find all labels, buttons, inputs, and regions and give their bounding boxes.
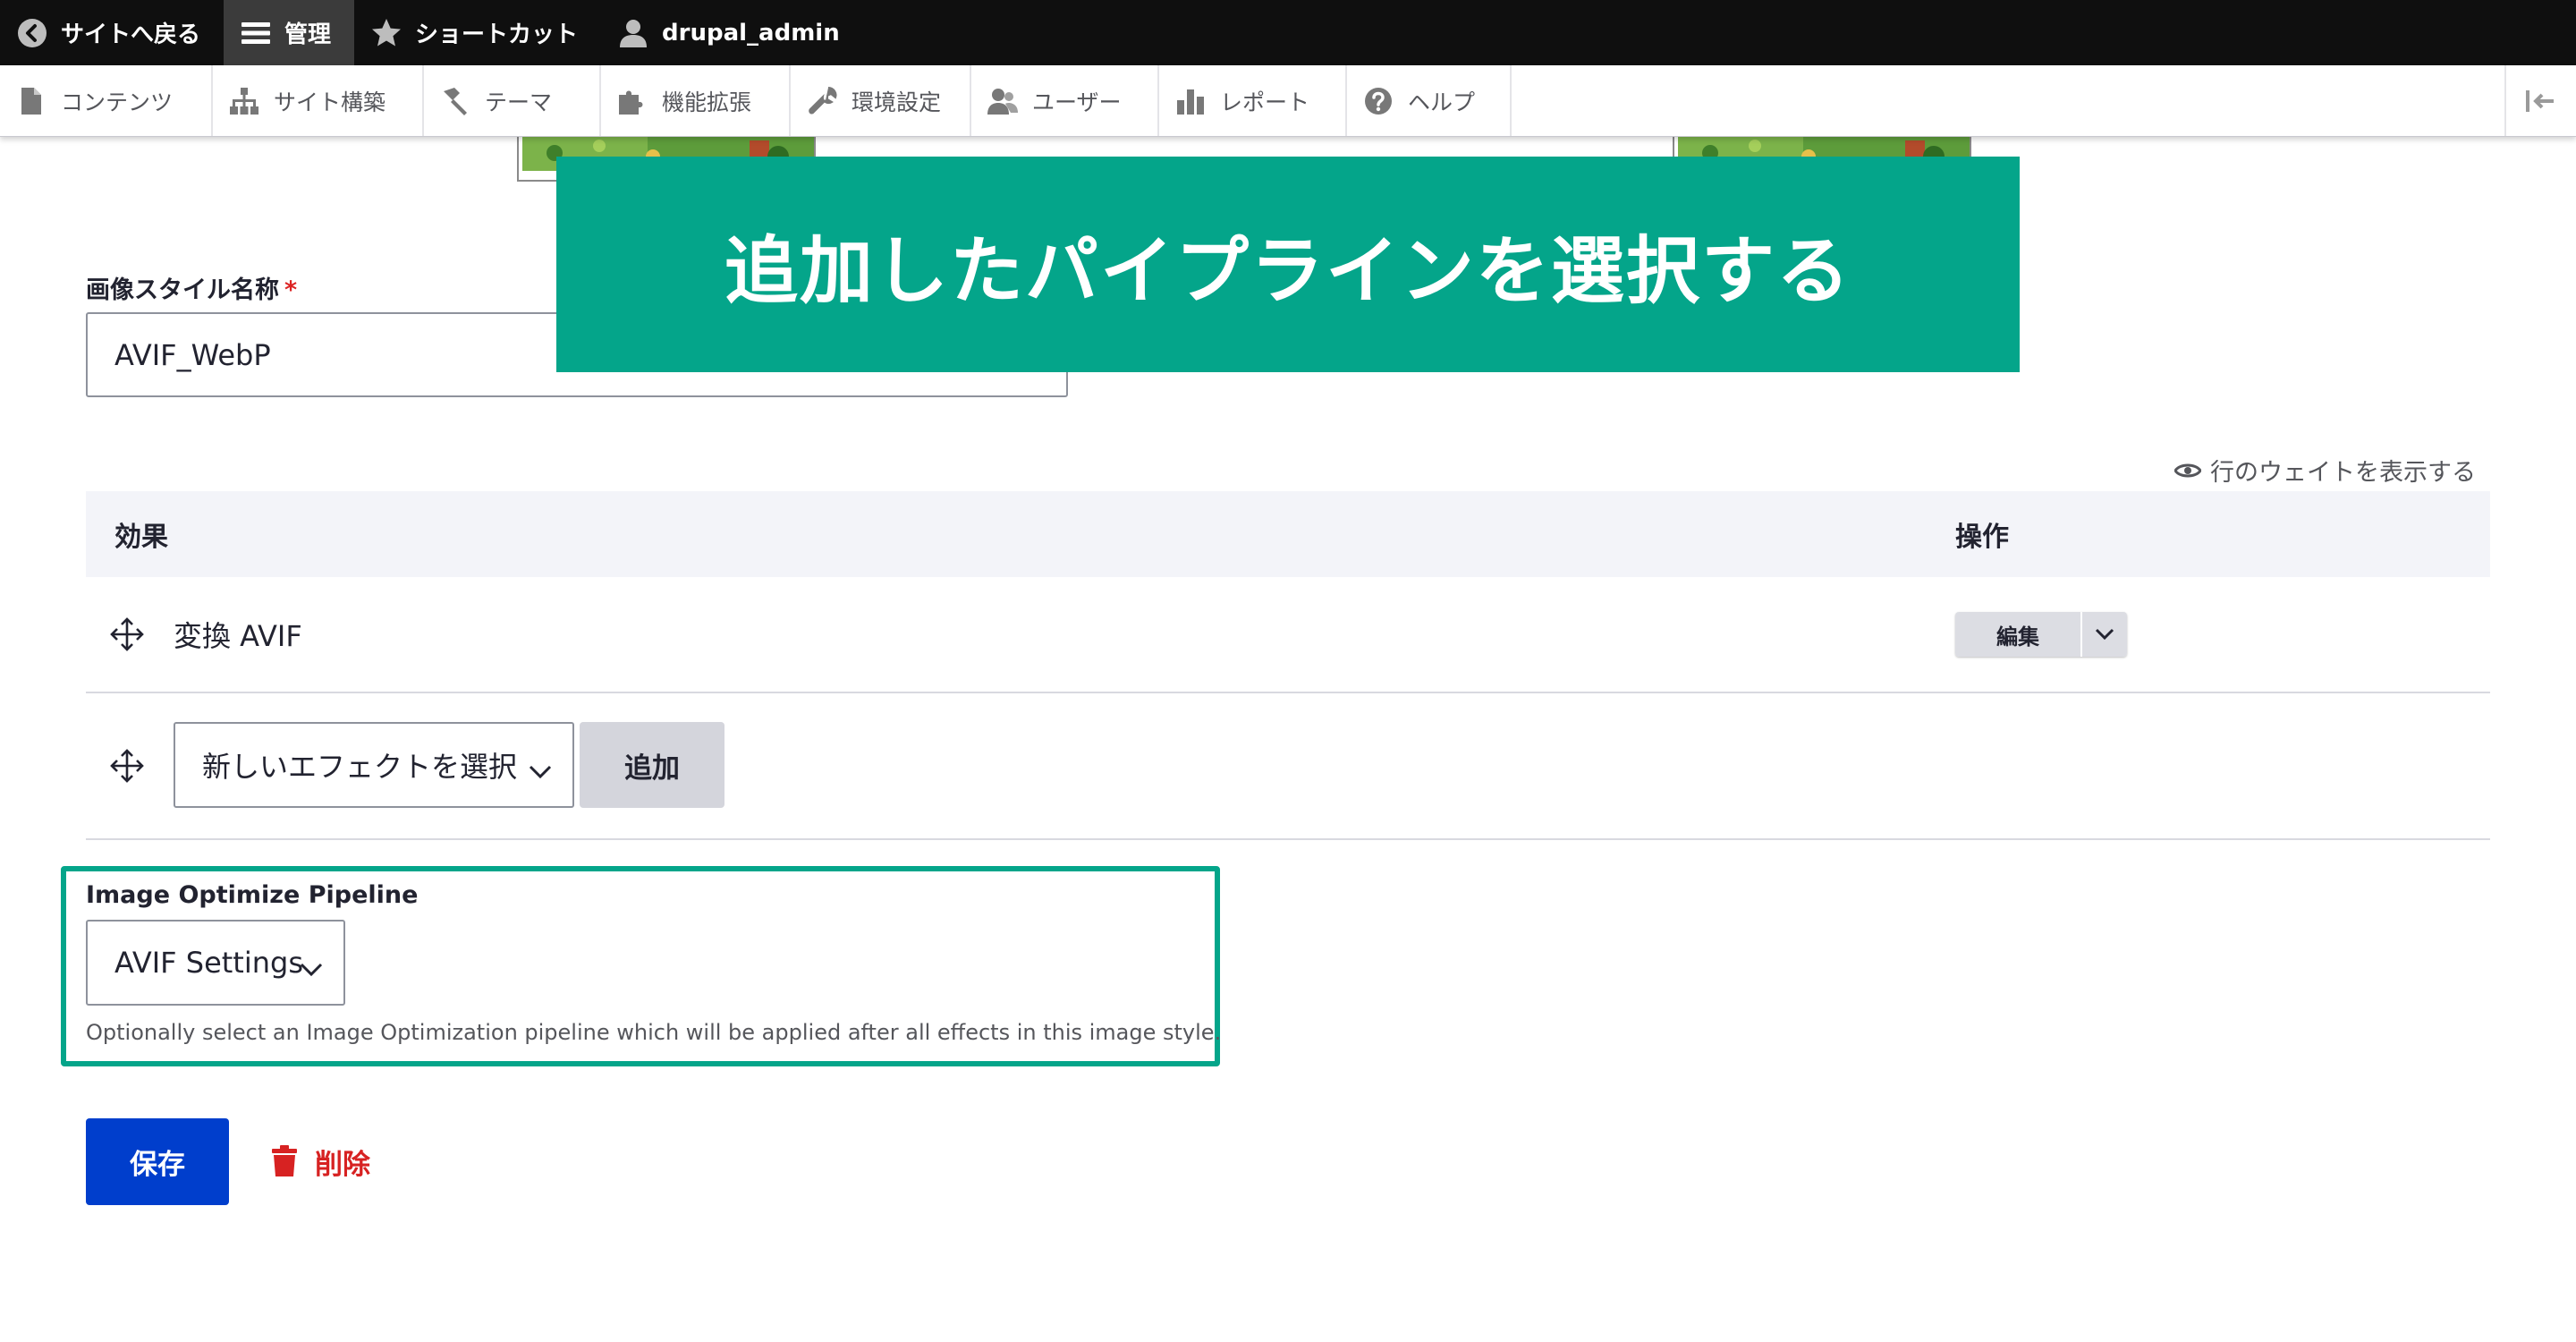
paintbrush-icon <box>440 86 470 116</box>
pipeline-label: Image Optimize Pipeline <box>86 881 419 909</box>
user-icon <box>617 17 649 49</box>
tray-item-label: 環境設定 <box>852 89 942 115</box>
page: サイトへ戻る 管理 ショートカット drupal_admin コンテンツ サイト… <box>0 0 2576 1342</box>
edit-button[interactable]: 編集 <box>1955 612 2080 657</box>
tray-item-label: 機能拡張 <box>662 89 752 115</box>
effects-table-header: 効果 操作 <box>86 491 2490 577</box>
edit-dropbutton: 編集 <box>1955 612 2127 657</box>
delete-label: 削除 <box>315 1148 370 1181</box>
pipeline-select[interactable]: AVIF Settings <box>86 920 345 1006</box>
tray-item-appearance[interactable]: テーマ <box>424 65 601 136</box>
shortcuts-tab[interactable]: ショートカット <box>354 0 601 65</box>
delete-link[interactable]: 削除 <box>270 1143 370 1181</box>
tray-item-extend[interactable]: 機能拡張 <box>601 65 791 136</box>
shortcuts-label: ショートカット <box>415 21 579 48</box>
admin-toolbar: サイトへ戻る 管理 ショートカット drupal_admin <box>0 0 2576 65</box>
add-effect-button[interactable]: 追加 <box>580 722 724 808</box>
tray-item-label: テーマ <box>485 89 553 115</box>
tray-item-label: コンテンツ <box>61 89 174 115</box>
tray-item-content[interactable]: コンテンツ <box>0 65 213 136</box>
back-to-site-link[interactable]: サイトへ戻る <box>0 0 224 65</box>
tray-item-label: レポート <box>1220 89 1310 115</box>
bar-chart-icon <box>1175 86 1206 116</box>
table-row: 変換 AVIF 編集 <box>86 577 2490 693</box>
user-tab[interactable]: drupal_admin <box>601 0 863 65</box>
new-effect-select[interactable]: 新しいエフェクトを選択 <box>174 722 574 808</box>
table-row: 新しいエフェクトを選択 追加 <box>86 693 2490 840</box>
file-icon <box>16 86 47 116</box>
style-name-label-text: 画像スタイル名称 <box>86 276 279 304</box>
drag-handle-icon[interactable] <box>109 616 145 652</box>
drag-handle-icon[interactable] <box>109 748 145 784</box>
effects-table: 効果 操作 変換 AVIF 編集 新しいエフェクトを選択 追加 <box>86 491 2490 840</box>
help-icon <box>1363 86 1394 116</box>
back-to-site-label: サイトへ戻る <box>61 21 201 48</box>
annotation-banner: 追加したパイプラインを選択する <box>556 157 2020 372</box>
tray-item-configuration[interactable]: 環境設定 <box>791 65 971 136</box>
puzzle-icon <box>617 86 648 116</box>
tray-item-label: サイト構築 <box>274 89 386 115</box>
column-effect: 効果 <box>114 522 168 553</box>
collapse-icon <box>2523 88 2559 115</box>
chevron-down-icon <box>299 952 324 977</box>
pipeline-select-value: AVIF Settings <box>114 946 303 980</box>
show-row-weights-link[interactable]: 行のウェイトを表示する <box>2174 453 2476 488</box>
tray-item-people[interactable]: ユーザー <box>971 65 1159 136</box>
people-icon <box>987 86 1018 116</box>
style-name-label: 画像スタイル名称 * <box>86 270 297 305</box>
dropbutton-toggle[interactable] <box>2080 612 2127 657</box>
tray-item-structure[interactable]: サイト構築 <box>213 65 424 136</box>
hamburger-icon <box>240 17 272 49</box>
column-operations: 操作 <box>1955 522 2009 553</box>
save-button[interactable]: 保存 <box>86 1118 229 1205</box>
chevron-down-icon <box>528 754 553 779</box>
tray-orientation-toggle[interactable] <box>2504 65 2576 136</box>
trash-icon <box>270 1145 299 1177</box>
effect-name: 変換 AVIF <box>174 619 302 653</box>
admin-menu-tray: コンテンツ サイト構築 テーマ 機能拡張 環境設定 ユーザー レポート ヘルプ <box>0 65 2576 137</box>
wrench-icon <box>807 86 837 116</box>
manage-tab[interactable]: 管理 <box>224 0 355 65</box>
star-icon <box>370 17 402 49</box>
required-mark: * <box>284 276 298 304</box>
new-effect-select-value: 新しいエフェクトを選択 <box>202 750 518 784</box>
chevron-down-icon <box>2095 628 2114 641</box>
sitemap-icon <box>229 86 259 116</box>
user-label: drupal_admin <box>662 19 840 47</box>
manage-label: 管理 <box>284 21 332 48</box>
tray-item-label: ヘルプ <box>1408 89 1476 115</box>
tray-item-help[interactable]: ヘルプ <box>1347 65 1512 136</box>
show-row-weights-label: 行のウェイトを表示する <box>2210 459 2476 487</box>
chevron-left-circle-icon <box>16 17 48 49</box>
tray-item-reports[interactable]: レポート <box>1159 65 1347 136</box>
tray-item-label: ユーザー <box>1032 89 1122 115</box>
pipeline-description: Optionally select an Image Optimization … <box>86 1020 1222 1045</box>
eye-icon <box>2174 462 2201 480</box>
